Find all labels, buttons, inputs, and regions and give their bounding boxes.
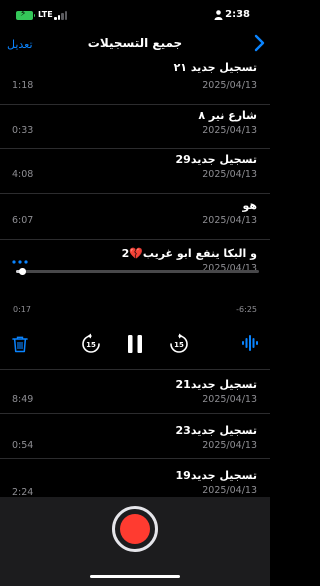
scrubber-thumb[interactable] bbox=[19, 268, 26, 275]
recording-title: تسجيل جديد19 bbox=[175, 469, 257, 482]
recording-date: 2025/04/13 bbox=[202, 169, 257, 180]
nav-bar: تعديل جميع التسجيلات bbox=[0, 30, 270, 60]
playback-scrubber[interactable] bbox=[16, 268, 259, 275]
chevron-right-icon[interactable] bbox=[252, 34, 266, 52]
signal-icon bbox=[54, 11, 68, 20]
recording-title: شارع نير ٨ bbox=[198, 109, 257, 122]
recording-title: تسجيل جديد ٢١ bbox=[173, 61, 257, 74]
recording-date: 2025/04/13 bbox=[202, 485, 257, 496]
battery-icon: ⚡ bbox=[16, 9, 35, 20]
record-panel bbox=[0, 497, 270, 586]
home-indicator bbox=[90, 575, 180, 578]
skip-forward-label: 15 bbox=[174, 341, 184, 349]
recording-duration: 6:07 bbox=[12, 215, 34, 226]
record-button[interactable] bbox=[112, 506, 158, 552]
recording-duration: 0:33 bbox=[12, 125, 34, 136]
recording-date: 2025/04/13 bbox=[202, 394, 257, 405]
page-title: جميع التسجيلات bbox=[87, 36, 183, 50]
recording-date: 2025/04/13 bbox=[202, 440, 257, 451]
recording-date: 2025/04/13 bbox=[202, 215, 257, 226]
recording-duration: 1:18 bbox=[12, 80, 34, 91]
network-type: LTE bbox=[38, 10, 53, 19]
pause-button[interactable] bbox=[125, 333, 145, 355]
person-icon bbox=[214, 10, 223, 20]
recording-title: تسجيل جديد21 bbox=[175, 378, 257, 391]
remaining-time: -6:25 bbox=[236, 305, 257, 314]
recording-duration: 4:08 bbox=[12, 169, 34, 180]
recording-title: هو bbox=[242, 199, 257, 212]
recording-duration: 8:49 bbox=[12, 394, 34, 405]
list-item[interactable]: هو 2025/04/13 6:07 bbox=[0, 194, 270, 240]
waveform-icon[interactable] bbox=[240, 333, 260, 353]
skip-forward-button[interactable]: 15 bbox=[168, 333, 190, 355]
list-item[interactable]: تسجيل جديد29 2025/04/13 4:08 bbox=[0, 149, 270, 194]
list-item[interactable]: تسجيل جديد23 2025/04/13 0:54 bbox=[0, 414, 270, 459]
recording-date: 2025/04/13 bbox=[202, 80, 257, 91]
list-item[interactable]: تسجيل جديد ٢١ 2025/04/13 1:18 bbox=[0, 60, 270, 105]
record-icon bbox=[120, 514, 150, 544]
list-item[interactable]: شارع نير ٨ 2025/04/13 0:33 bbox=[0, 105, 270, 149]
recording-title: و البكا ينفع ابو غريب💔2 bbox=[121, 247, 257, 260]
recording-title: تسجيل جديد29 bbox=[175, 153, 257, 166]
skip-back-label: 15 bbox=[86, 341, 96, 349]
trash-icon[interactable] bbox=[10, 334, 30, 354]
elapsed-time: 0:17 bbox=[13, 305, 31, 314]
recording-duration: 0:54 bbox=[12, 440, 34, 451]
more-icon[interactable] bbox=[12, 260, 28, 264]
skip-back-button[interactable]: 15 bbox=[80, 333, 102, 355]
status-bar: ⚡ LTE 2:38 bbox=[0, 0, 270, 30]
recording-title: تسجيل جديد23 bbox=[175, 424, 257, 437]
list-item[interactable]: تسجيل جديد21 2025/04/13 8:49 bbox=[0, 370, 270, 414]
status-time: 2:38 bbox=[225, 9, 250, 20]
recording-date: 2025/04/13 bbox=[202, 125, 257, 136]
expanded-recording: و البكا ينفع ابو غريب💔2 2025/04/13 0:17 … bbox=[0, 240, 270, 370]
